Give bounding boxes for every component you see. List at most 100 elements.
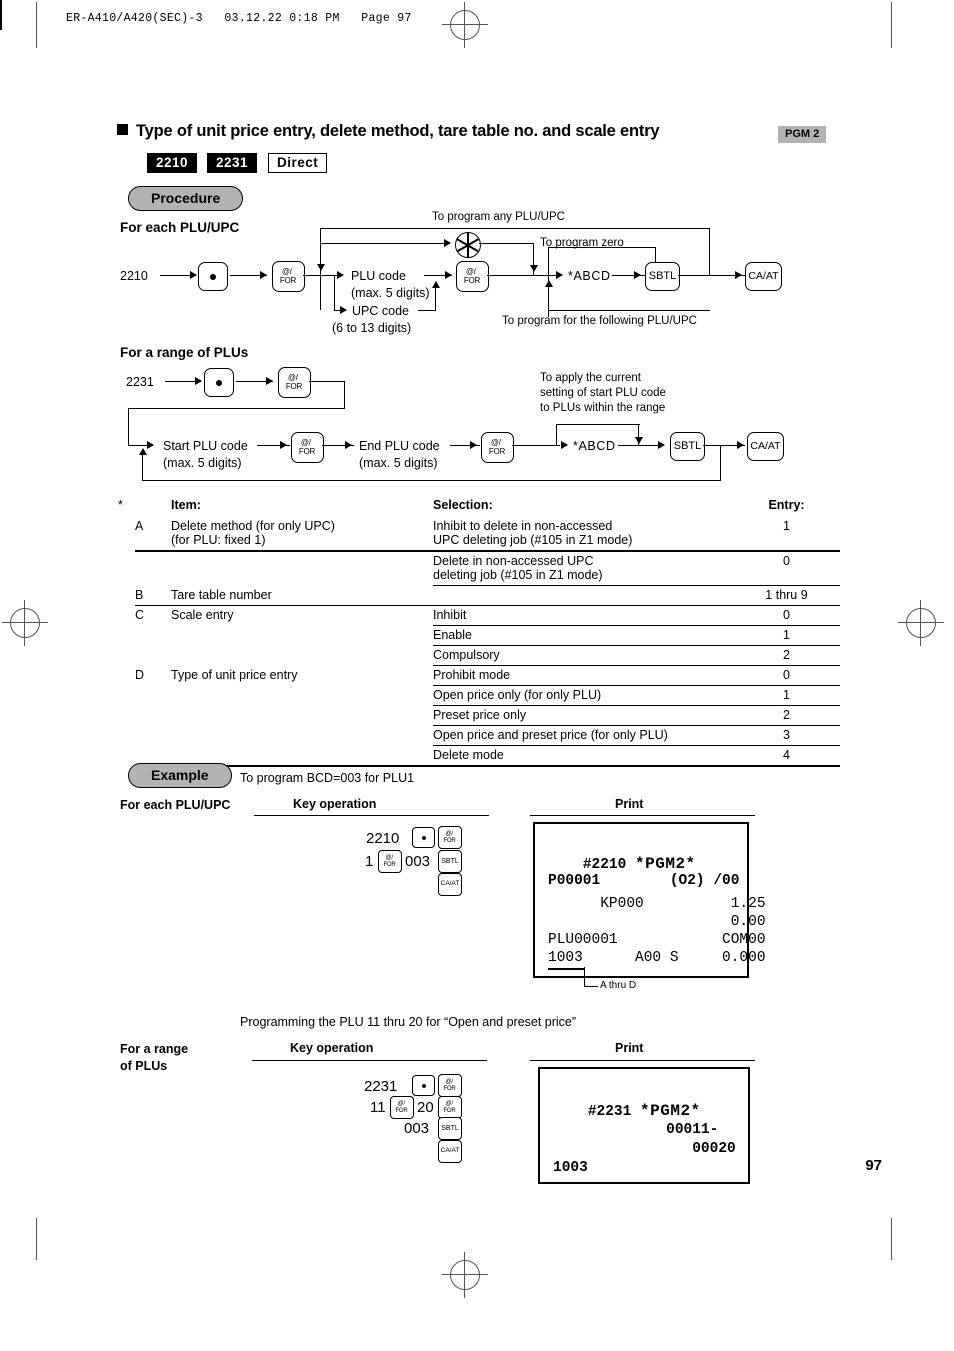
example1-receipt: #2210 *PGM2* P00001 (O2) /00 KP000 1.25 … [533, 822, 766, 978]
table-asterisk: * [118, 498, 123, 512]
table-header-item: Item: [171, 498, 201, 512]
flow1-upc-code-sub: (6 to 13 digits) [332, 321, 412, 335]
key-at-for-5[interactable]: @/ FOR [481, 432, 514, 463]
key-at-for-2[interactable]: @/ FOR [456, 261, 489, 292]
key-decimal-point[interactable] [198, 262, 228, 291]
flow2-arrow-4 [345, 441, 352, 449]
key-caat-1[interactable]: CA/AT [745, 262, 782, 291]
key-sbtl-ex1[interactable]: SBTL [438, 850, 462, 873]
flow1-arrow-upc-up [432, 281, 440, 288]
caat-label: CA/AT [748, 270, 779, 283]
row-entry: 3 [733, 725, 840, 746]
flow2-for5-out [512, 445, 560, 447]
example2-print-rule [530, 1060, 755, 1062]
row-item-blank [171, 686, 433, 706]
flow1-loop-top-right-v [709, 228, 711, 276]
key-at-for-3[interactable]: @/ FOR [278, 367, 311, 398]
flow1-note-zero: To program zero [540, 237, 624, 249]
code-badge-2231: 2231 [207, 153, 258, 173]
key-caat-2[interactable]: CA/AT [747, 432, 784, 461]
key-sbtl-2[interactable]: SBTL [670, 432, 705, 461]
key-decimal-point-4[interactable] [412, 1075, 435, 1096]
key-at-for-1[interactable]: @/ FOR [272, 261, 305, 292]
at-for-label-ex2c: @/ FOR [443, 1101, 456, 1114]
table-header-entry: Entry: [768, 498, 805, 512]
row-selection-line: UPC deleting job (#105 in Z1 mode) [433, 533, 633, 547]
flow2-abcd-out [618, 445, 660, 447]
table-row: Delete mode 4 [135, 745, 840, 767]
row-selection: Enable [433, 625, 733, 646]
row-selection: Delete in non-accessed UPC deleting job … [433, 550, 733, 586]
row-letter-blank [135, 626, 171, 646]
receipt1-line3: KP000 1.25 [548, 896, 766, 912]
mode-badge-pgm2: PGM 2 [778, 126, 827, 143]
row-entry: 0 [733, 605, 840, 626]
flow2-arrow-3 [280, 441, 287, 449]
flow2-note-apply-1: To apply the current [540, 372, 642, 384]
example2-print-header: Print [615, 1041, 644, 1055]
key-at-for-4[interactable]: @/ FOR [291, 432, 324, 463]
receipt2-line2: 00011- [553, 1122, 719, 1138]
flow1-upc-branch-v [334, 275, 336, 311]
key-at-for-ex1-a[interactable]: @/ FOR [438, 826, 462, 849]
flow1-arrow-upc [340, 306, 347, 314]
key-caat-ex2[interactable]: CA/AT [438, 1140, 462, 1163]
example2-keys-line1-num: 2231 [364, 1078, 398, 1095]
flow2-note-apply-2: setting of start PLU code [540, 387, 666, 399]
flow1-upc-out [418, 310, 436, 312]
flow2-arrow-abcd [561, 441, 568, 449]
flow2-arrow-feedback-up [139, 448, 147, 455]
decimal-dot-icon [210, 273, 216, 280]
row-entry: 1 thru 9 [733, 585, 840, 606]
row-selection: Delete mode [433, 745, 733, 767]
example2-keys-line3-num: 003 [404, 1120, 430, 1137]
row-letter-blank [135, 646, 171, 666]
table-row: A Delete method (for only UPC) (for PLU:… [135, 515, 840, 552]
table-row: D Type of unit price entry Prohibit mode… [135, 665, 840, 686]
flow2-wrap-h1 [309, 381, 345, 383]
flow2-abcd-label: *ABCD [573, 439, 616, 453]
flow1-plu-code-sub: (max. 5 digits) [351, 286, 430, 300]
decimal-dot-icon-2 [216, 379, 222, 386]
flow2-feedback-v-left [142, 452, 144, 481]
example1-print-rule [530, 815, 755, 817]
flow1-arrow-1 [190, 271, 197, 279]
flow2-arrow-2 [266, 377, 273, 385]
receipt2-line4: 1003 [553, 1160, 588, 1176]
flow2-arrow-5 [470, 441, 477, 449]
flow2-arrow-caat2 [737, 441, 744, 449]
receipt1-underline [548, 968, 584, 970]
key-at-for-ex2-b[interactable]: @/ FOR [390, 1096, 414, 1119]
flow2-end-plu-label: End PLU code [359, 439, 440, 453]
at-for-label-2: @/ FOR [463, 267, 481, 285]
key-decimal-point-3[interactable] [412, 827, 435, 848]
key-at-for-ex1-b[interactable]: @/ FOR [378, 850, 402, 873]
flow2-end-plu-sub: (max. 5 digits) [359, 456, 438, 470]
row-entry: 0 [733, 665, 840, 686]
program-zero-circle-icon [455, 232, 481, 258]
flow1-arrow-split-down [317, 264, 325, 271]
flow2-wrap-v2 [128, 408, 130, 446]
key-sbtl-1[interactable]: SBTL [645, 262, 680, 291]
key-at-for-ex2-c[interactable]: @/ FOR [438, 1096, 462, 1119]
row-entry: 1 [733, 625, 840, 646]
example2-receipt: #2231 *PGM2* 00011- 00020 1003 [538, 1067, 750, 1184]
flow1-arrow-2 [260, 271, 267, 279]
caat-label-2: CA/AT [750, 440, 781, 453]
table-row: Enable 1 [135, 625, 840, 646]
row-selection: Prohibit mode [433, 665, 733, 686]
flow1-arrow-abcd [556, 271, 563, 279]
caat-label-ex1: CA/AT [440, 880, 460, 888]
header-rule [0, 0, 2, 30]
key-caat-ex1[interactable]: CA/AT [438, 873, 462, 896]
key-decimal-point-2[interactable] [204, 368, 234, 397]
row-selection: Inhibit [433, 605, 733, 626]
flow1-note-top: To program any PLU/UPC [432, 211, 565, 223]
flow2-feedback-v-right [720, 445, 722, 481]
key-at-for-ex2-a[interactable]: @/ FOR [438, 1074, 462, 1097]
example1-row-label: For each PLU/UPC [120, 798, 231, 812]
row-letter: D [135, 667, 145, 682]
key-sbtl-ex2[interactable]: SBTL [438, 1117, 462, 1140]
row-item: Tare table number [171, 585, 433, 606]
flow2-arrow-sbtl2 [658, 441, 665, 449]
